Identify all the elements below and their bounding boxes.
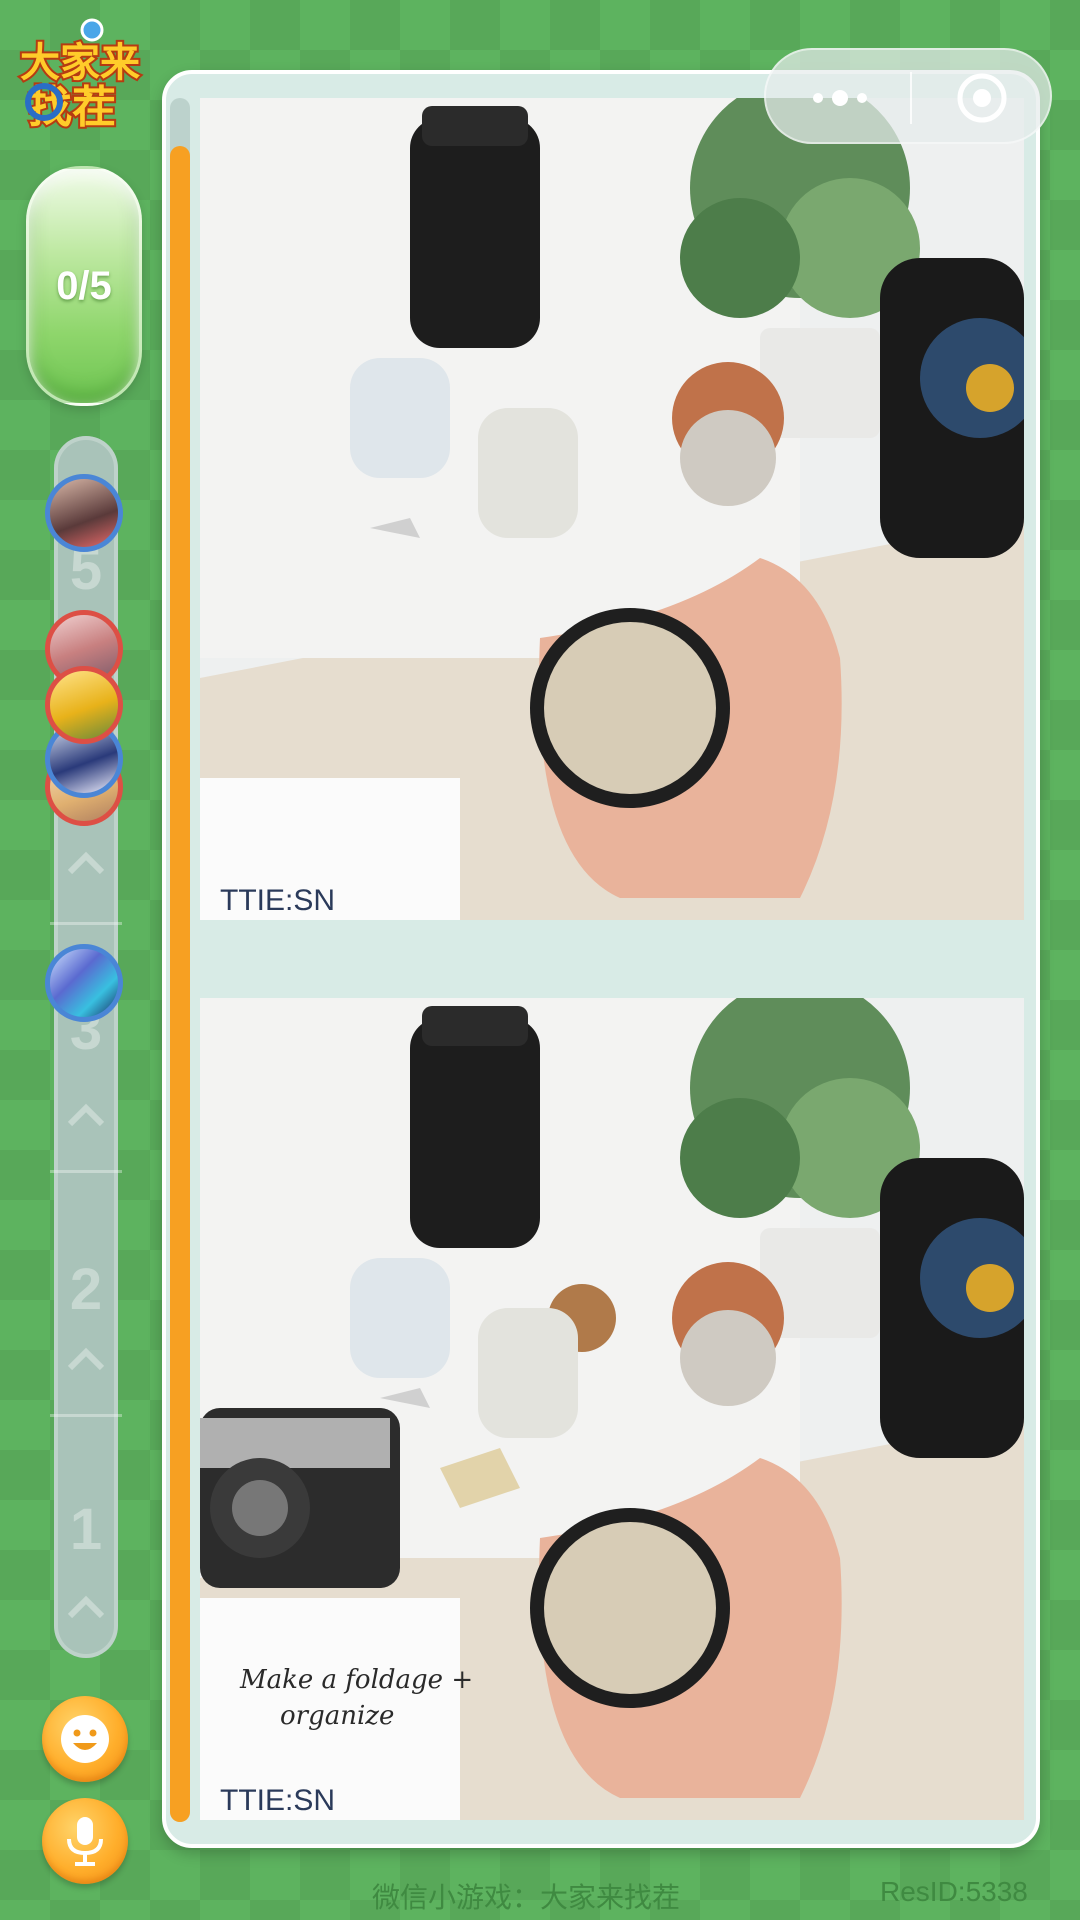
note-text: organize: [280, 1701, 394, 1731]
footer-caption: 微信小游戏：大家来找茬: [372, 1882, 681, 1913]
player-avatar[interactable]: [45, 666, 123, 744]
level-separator: [50, 1170, 122, 1173]
svg-text:找茬: 找茬: [28, 82, 116, 133]
capsule-divider: [910, 72, 912, 124]
timer-bar: [170, 146, 190, 1822]
miniprogram-capsule: [764, 48, 1052, 144]
microphone-icon: [67, 1817, 103, 1866]
player-avatar[interactable]: [45, 474, 123, 552]
smiley-icon: [61, 1715, 109, 1763]
chevron-up-icon: [67, 1103, 105, 1127]
voice-button[interactable]: [42, 1798, 128, 1884]
emoji-button[interactable]: [42, 1696, 128, 1782]
more-icon[interactable]: [810, 86, 870, 110]
top-photo[interactable]: TTIE:SN: [200, 98, 1024, 920]
resource-id: ResID:5338: [880, 1876, 1028, 1907]
chevron-up-icon: [67, 1347, 105, 1371]
game-logo: 大家来 找茬: [14, 14, 144, 135]
found-counter: 0/5: [26, 166, 142, 406]
level-separator: [50, 922, 122, 925]
note-text: TTIE:SN: [220, 1784, 335, 1817]
level-separator: [50, 1414, 122, 1417]
level-2-label: 2: [69, 1257, 103, 1322]
note-text: TTIE:SN: [220, 884, 335, 917]
chevron-up-icon: [67, 1595, 105, 1619]
bottom-photo[interactable]: Make a foldage + organize TTIE:SN: [200, 998, 1024, 1820]
chevron-up-icon: [67, 851, 105, 875]
level-1-label: 1: [69, 1497, 103, 1562]
svg-text:大家来: 大家来: [20, 40, 140, 86]
note-text: Make a foldage +: [239, 1665, 473, 1695]
player-avatar[interactable]: [45, 944, 123, 1022]
close-miniprogram-icon[interactable]: [956, 72, 1008, 124]
found-counter-text: 0/5: [56, 263, 112, 308]
